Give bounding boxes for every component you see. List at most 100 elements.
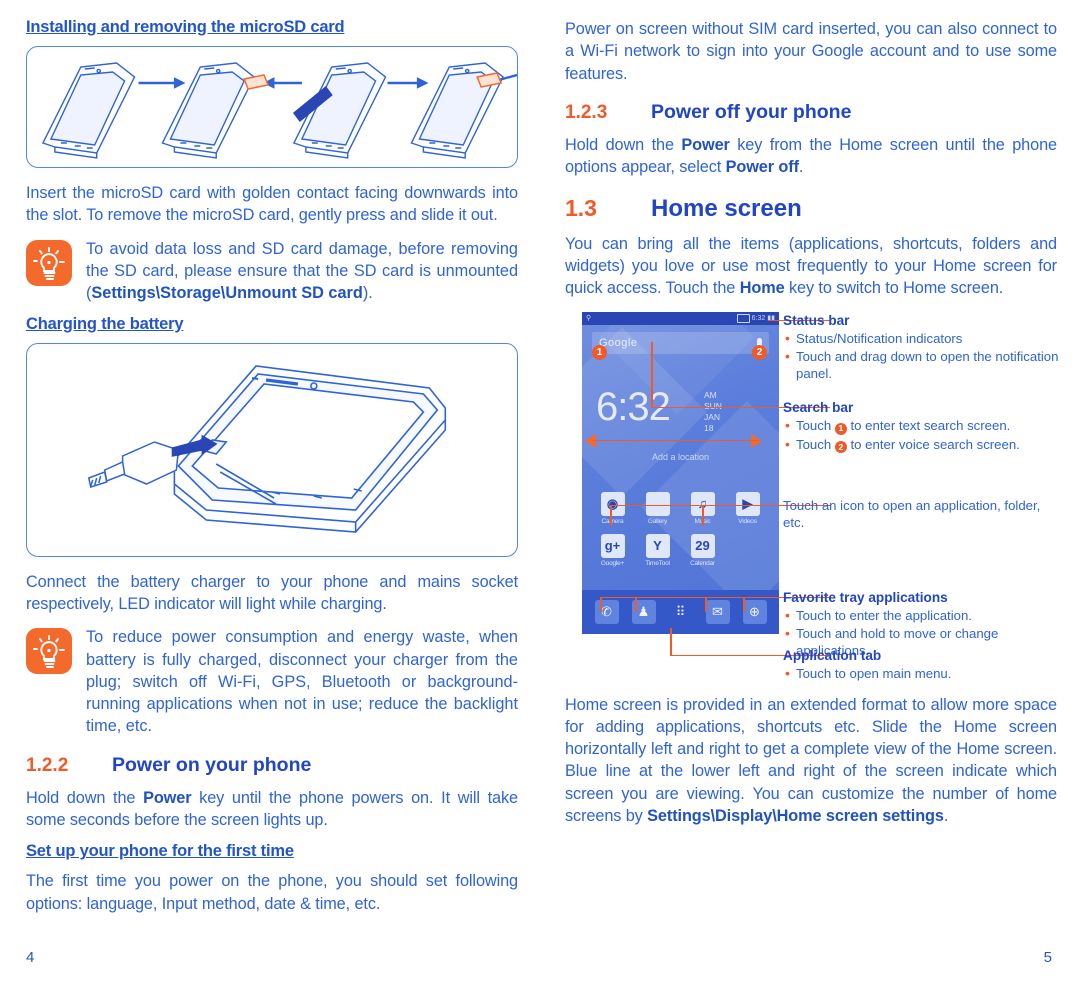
page-number-left: 4 xyxy=(26,949,35,966)
annotation-status-bar: Status bar Status/Notification indicator… xyxy=(783,312,1059,384)
app-videos-label: Videos xyxy=(738,517,757,525)
para-microsd-insert: Insert the microSD card with golden cont… xyxy=(26,184,518,225)
list-item: Status/Notification indicators xyxy=(783,330,1059,347)
app-timetool-label: TimeTool xyxy=(645,559,670,567)
timetool-icon: Y xyxy=(645,533,670,558)
tip-power-saving-text: To reduce power consumption and energy w… xyxy=(86,628,518,736)
annotation-application-tab: Application tab Touch to open main menu. xyxy=(783,647,1059,684)
list-item: Touch to open main menu. xyxy=(783,665,1059,682)
search-item-2-before: Touch xyxy=(796,436,835,452)
sub-heading-microsd: Installing and removing the microSD card xyxy=(26,18,345,36)
messaging-icon[interactable]: ✉ xyxy=(705,599,730,624)
para-power-off-bold-1: Power xyxy=(681,135,730,154)
right-column: Power on screen without SIM card inserte… xyxy=(565,18,1059,838)
para-home-screen-intro: You can bring all the items (application… xyxy=(565,233,1057,300)
heading-1-2-2-number: 1.2.2 xyxy=(26,754,69,776)
phone-mockup: ⚲ 6:32 ▮▮ Google 1 2 6:32 AM SUN JAN 18 … xyxy=(582,311,779,634)
para-power-off-before: Hold down the xyxy=(565,135,682,154)
para-power-off-bold-2: Power off xyxy=(725,158,799,177)
app-camera[interactable]: ◉ Camera xyxy=(590,491,635,525)
list-item: Touch to enter the application. xyxy=(783,607,1059,624)
app-camera-label: Camera xyxy=(601,517,624,525)
leader-tray-v1 xyxy=(600,597,602,612)
annotation-app-icon-text: Touch an icon to open an application, fo… xyxy=(783,497,1041,530)
para-power-off: Hold down the Power key from the Home sc… xyxy=(565,134,1057,179)
clock-ampm: AM xyxy=(704,389,717,400)
videos-icon: ▶ xyxy=(735,491,760,516)
para-power-on-no-sim: Power on screen without SIM card inserte… xyxy=(565,20,1057,83)
search-item-1-before: Touch xyxy=(796,418,835,434)
leader-tray-v3 xyxy=(705,597,707,612)
status-bar-time: 6:32 xyxy=(751,314,766,322)
app-google-plus-label: Google+ xyxy=(600,559,625,567)
app-drawer-icon[interactable]: ⠿ xyxy=(669,600,693,624)
app-row-1: ◉ Camera Gallery ♫ Music ▶ xyxy=(590,491,771,525)
sub-heading-charging: Charging the battery xyxy=(26,314,184,333)
leader-search-vert xyxy=(651,341,653,408)
usb-icon: ⚲ xyxy=(586,315,592,322)
para-home-intro-after: key to switch to Home screen. xyxy=(784,279,1004,298)
app-gallery[interactable]: Gallery xyxy=(635,491,680,525)
inline-badge-1: 1 xyxy=(834,422,847,435)
status-bar-right: 6:32 ▮▮ xyxy=(736,313,775,323)
home-screen-diagram: ⚲ 6:32 ▮▮ Google 1 2 6:32 AM SUN JAN 18 … xyxy=(565,311,1059,681)
left-column: Installing and removing the microSD card xyxy=(26,18,518,926)
list-item: Touch 1 to enter text search screen. xyxy=(783,417,1059,435)
app-calendar[interactable]: 29 Calendar xyxy=(680,533,725,567)
heading-1-3-number: 1.3 xyxy=(565,194,597,221)
heading-1-3-title: Home screen xyxy=(651,194,802,222)
para-power-on: Hold down the Power key until the phone … xyxy=(26,787,518,832)
camera-icon: ◉ xyxy=(600,491,625,516)
callout-badge-1: 1 xyxy=(592,344,607,360)
list-item: Touch 2 to enter voice search screen. xyxy=(783,436,1059,454)
app-google-plus[interactable]: g+ Google+ xyxy=(590,533,635,567)
heading-1-2-3: 1.2.3 Power off your phone xyxy=(565,101,1057,124)
para-home-screen-extended: Home screen is provided in an extended f… xyxy=(565,694,1057,828)
heading-1-2-3-number: 1.2.3 xyxy=(565,101,608,123)
annotation-status-bar-title: Status bar xyxy=(783,312,850,328)
app-videos[interactable]: ▶ Videos xyxy=(725,491,770,525)
leader-appicon-vert-1 xyxy=(610,505,612,526)
calendar-icon: 29 xyxy=(690,533,715,558)
tip-sd-bold: Settings\Storage\Unmount SD card xyxy=(91,284,363,303)
inline-badge-2: 2 xyxy=(834,441,847,454)
microsd-illustration xyxy=(41,62,517,159)
battery-icon xyxy=(736,313,750,323)
page-number-right: 5 xyxy=(1043,949,1052,966)
app-timetool[interactable]: Y TimeTool xyxy=(635,533,680,567)
browser-icon[interactable]: ⊕ xyxy=(742,599,767,624)
figure-charging-battery xyxy=(26,342,518,557)
sub-heading-setup-first-time: Set up your phone for the first time xyxy=(26,842,294,861)
leader-appicon-vert-2 xyxy=(702,505,704,526)
leader-tray-v4 xyxy=(743,597,745,612)
slide-arrow-line xyxy=(593,439,759,442)
para-first-time-setup: The first time you power on the phone, y… xyxy=(26,872,518,913)
para-power-off-after: . xyxy=(798,158,804,177)
lightbulb-icon xyxy=(26,628,72,675)
mock-search-bar[interactable]: Google xyxy=(592,331,769,354)
para-extended-before: Home screen is provided in an extended f… xyxy=(565,695,1057,826)
lightbulb-icon xyxy=(26,239,72,286)
para-charging: Connect the battery charger to your phon… xyxy=(26,572,518,613)
annotation-application-tab-title: Application tab xyxy=(783,647,882,663)
heading-1-2-3-title: Power off your phone xyxy=(651,100,852,123)
annotation-status-bar-list: Status/Notification indicators Touch and… xyxy=(783,330,1059,382)
app-calendar-label: Calendar xyxy=(690,559,715,567)
leader-tray-v2 xyxy=(635,597,637,612)
app-row-2: g+ Google+ Y TimeTool 29 Calendar xyxy=(590,533,771,567)
add-location-hint[interactable]: Add a location xyxy=(582,452,779,462)
tip-sd-card: To avoid data loss and SD card damage, b… xyxy=(26,238,518,305)
clock-meta: AM SUN JAN 18 xyxy=(704,390,722,434)
annotation-search-bar-list: Touch 1 to enter text search screen. Tou… xyxy=(783,417,1059,454)
clock-date: JAN 18 xyxy=(704,411,721,433)
para-extended-bold: Settings\Display\Home screen settings xyxy=(647,807,944,826)
search-item-2-after: to enter voice search screen. xyxy=(846,436,1020,452)
annotation-application-tab-list: Touch to open main menu. xyxy=(783,665,1059,682)
phone-icon[interactable]: ✆ xyxy=(594,599,619,624)
annotation-app-icon: Touch an icon to open an application, fo… xyxy=(783,497,1059,531)
list-item: Touch and drag down to open the notifica… xyxy=(783,348,1059,382)
tip-sd-text-after: ). xyxy=(362,284,373,303)
para-power-on-bold: Power xyxy=(143,788,192,807)
heading-1-2-2: 1.2.2 Power on your phone xyxy=(26,754,518,777)
tip-sd-card-text: To avoid data loss and SD card damage, b… xyxy=(86,238,518,305)
